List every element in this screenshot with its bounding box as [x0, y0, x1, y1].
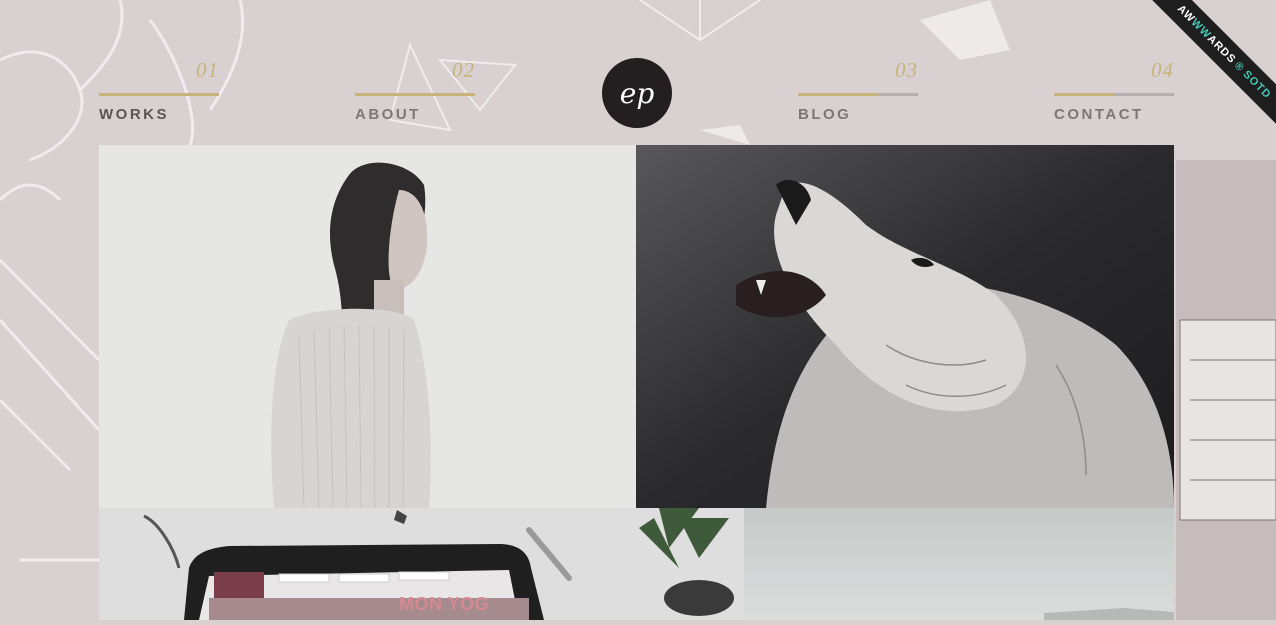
nav-contact-label[interactable]: CONTACT	[1054, 106, 1144, 123]
awwwards-ribbon[interactable]: AW WW ARDS ® SOTD	[1143, 0, 1276, 133]
nav-about-number: 02	[452, 58, 475, 82]
nav-contact-progress-bar	[1054, 93, 1114, 96]
nav-works-progress-track	[99, 93, 219, 96]
nav-works[interactable]: 01 WORKS	[99, 58, 219, 128]
ribbon-sotd: SOTD	[1240, 68, 1274, 102]
nav-about-progress-track	[355, 93, 475, 96]
ribbon-ards: ARDS	[1204, 32, 1239, 67]
portrait-image	[99, 145, 636, 508]
nav-blog-progress-bar	[798, 93, 879, 96]
nav-blog-number: 03	[895, 58, 918, 82]
nav-about[interactable]: 02 ABOUT	[355, 58, 475, 128]
nav-works-number: 01	[196, 58, 219, 82]
work-tile-laptop[interactable]: MON YOG	[99, 508, 744, 620]
nav-works-label[interactable]: WORKS	[99, 106, 169, 123]
logo-monogram: ep	[619, 76, 655, 110]
nav-about-label[interactable]: ABOUT	[355, 106, 421, 123]
laptop-screen-headline: MON YOG	[399, 594, 490, 614]
work-tile-wolf[interactable]	[636, 145, 1174, 508]
nav-blog[interactable]: 03 BLOG	[798, 58, 918, 128]
site-logo[interactable]: ep	[602, 58, 672, 128]
nav-blog-progress-track	[798, 93, 918, 96]
nav-blog-label[interactable]: BLOG	[798, 106, 851, 123]
work-tile-portrait[interactable]	[99, 145, 636, 508]
nav-about-progress-bar	[355, 93, 475, 96]
nav-works-progress-bar	[99, 93, 219, 96]
work-tile-sky[interactable]	[744, 508, 1174, 620]
sky-image	[744, 508, 1174, 620]
wolf-image	[636, 145, 1174, 508]
awwwards-ribbon-wrap[interactable]: AW WW ARDS ® SOTD	[1136, 0, 1276, 140]
